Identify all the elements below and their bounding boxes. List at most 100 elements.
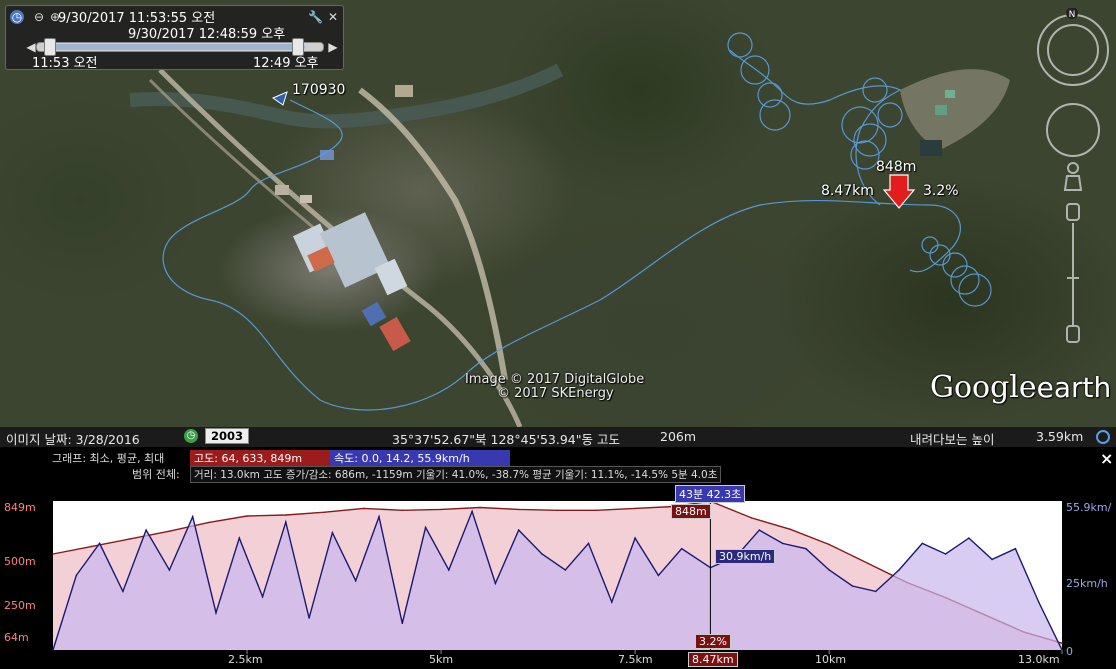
series-1-point-22 xyxy=(564,569,567,571)
cursor-distance-tag: 8.47km xyxy=(688,652,738,667)
series-1-point-10 xyxy=(285,521,287,523)
series-0-point-2 xyxy=(129,538,132,540)
series-0-point-6 xyxy=(285,514,287,516)
series-0-point-14 xyxy=(595,509,598,512)
close-icon[interactable]: ✕ xyxy=(326,10,340,24)
series-0-point-18 xyxy=(750,517,753,519)
time-slider-fill xyxy=(53,44,305,50)
series-0-point-8 xyxy=(362,507,365,510)
series-1-point-12 xyxy=(331,531,334,534)
pegman-icon[interactable] xyxy=(1063,162,1083,191)
range-start-label: 11:53 오전 xyxy=(32,56,98,71)
series-0-point-4 xyxy=(207,521,209,524)
map-cursor-elevation: 848m xyxy=(876,159,917,175)
clock-icon[interactable]: ◷ xyxy=(10,10,24,24)
series-1-point-6 xyxy=(191,515,194,518)
attribution-2: © 2017 SKEnergy xyxy=(497,386,614,401)
navigation-controls[interactable]: N xyxy=(1035,8,1115,358)
series-1-point-31 xyxy=(781,542,784,545)
series-1-point-16 xyxy=(424,526,427,529)
profile-chart[interactable] xyxy=(0,447,1116,669)
series-1-point-19 xyxy=(494,582,497,585)
series-0-point-21 xyxy=(867,562,869,565)
series-0-point-10 xyxy=(440,508,442,511)
series-1-point-23 xyxy=(587,542,590,545)
eye-altitude-label: 내려다보는 높이 xyxy=(910,432,995,447)
cursor-grade-tag: 3.2% xyxy=(695,634,731,649)
series-0-point-19 xyxy=(789,528,792,531)
cursor-time-tag: 43분 42.3초 xyxy=(675,485,746,503)
series-0-point-11 xyxy=(479,506,481,509)
series-1-point-42 xyxy=(1037,601,1040,603)
time-slider-track[interactable] xyxy=(36,42,324,52)
altitude: 206m xyxy=(660,429,697,444)
series-1-point-8 xyxy=(238,537,241,539)
series-1-point-33 xyxy=(828,569,830,571)
time-slider-panel: ◷ ⊖ ⊕ 9/30/2017 11:53:55 오전 9/30/2017 12… xyxy=(5,5,344,71)
x-tick-0: 2.5km xyxy=(228,653,263,666)
series-0-point-7 xyxy=(323,511,326,513)
map-view[interactable]: 170930 848m 8.47km 3.2% Image © 2017 Dig… xyxy=(0,0,1116,427)
series-1-point-27 xyxy=(680,547,683,550)
cursor-elevation-tag: 848m xyxy=(671,504,711,519)
historical-year-button[interactable]: 2003 xyxy=(205,428,250,444)
series-1-point-26 xyxy=(657,574,660,577)
series-1-point-14 xyxy=(378,515,380,518)
cursor-speed-tag: 30.9km/h xyxy=(715,549,776,564)
x-tick-4: 13.0km xyxy=(1018,653,1060,666)
series-0-point-12 xyxy=(517,508,520,511)
compass-ring[interactable] xyxy=(1037,14,1109,86)
series-0-point-9 xyxy=(401,509,404,512)
series-1-point-17 xyxy=(448,569,450,571)
series-1-point-3 xyxy=(122,590,124,593)
image-date: 이미지 날짜: 3/28/2016 xyxy=(6,432,140,447)
series-1-point-41 xyxy=(1014,547,1017,550)
arrow-right-icon[interactable]: ▶ xyxy=(326,40,340,54)
series-1-point-11 xyxy=(308,617,310,619)
series-1-point-15 xyxy=(401,622,404,625)
coordinates: 35°37'52.67"북 128°45'53.94"동 고도 xyxy=(392,432,620,447)
attribution-1: Image © 2017 DigitalGlobe xyxy=(465,372,645,387)
series-1-point-21 xyxy=(541,553,543,555)
x-tick-1: 5km xyxy=(429,653,454,666)
series-1-point-20 xyxy=(517,529,520,531)
series-1-point-32 xyxy=(805,547,807,550)
look-joystick[interactable] xyxy=(1046,103,1100,157)
series-1-point-9 xyxy=(261,595,264,598)
series-1-point-38 xyxy=(944,553,947,555)
series-0-point-26 xyxy=(1061,642,1063,644)
series-0-point-0 xyxy=(52,553,54,555)
series-1-point-18 xyxy=(471,510,473,513)
series-0-point-13 xyxy=(556,509,559,512)
zoom-slider[interactable] xyxy=(1066,203,1080,343)
series-0-point-15 xyxy=(634,507,636,510)
range-end-label: 12:49 오후 xyxy=(253,56,319,71)
series-1-point-1 xyxy=(75,574,78,577)
series-1-point-37 xyxy=(921,542,924,545)
historical-imagery-icon[interactable]: ◷ xyxy=(184,429,198,443)
series-1-point-4 xyxy=(145,529,147,531)
series-1-point-5 xyxy=(168,569,171,571)
x-tick-3: 10km xyxy=(815,653,847,666)
zoom-out-icon[interactable]: ⊖ xyxy=(32,10,46,24)
status-bar: 이미지 날짜: 3/28/2016 ◷ 2003 35°37'52.67"북 1… xyxy=(0,427,1116,447)
google-earth-logo: Googleearth xyxy=(930,370,1112,405)
series-0-point-20 xyxy=(828,543,830,546)
map-cursor-distance: 8.47km xyxy=(821,183,874,199)
series-1-point-24 xyxy=(611,601,613,603)
series-1-point-34 xyxy=(851,585,854,587)
series-1-point-0 xyxy=(52,649,54,651)
series-1-point-25 xyxy=(634,537,636,539)
wrench-icon[interactable]: 🔧 xyxy=(308,10,323,24)
series-1-point-13 xyxy=(354,579,357,582)
series-0-point-5 xyxy=(246,515,248,517)
series-0-point-3 xyxy=(168,530,171,532)
series-1-point-40 xyxy=(991,558,993,561)
eye-altitude-value: 3.59km xyxy=(1036,429,1084,444)
series-1-point-36 xyxy=(898,569,900,571)
end-datetime: 9/30/2017 12:48:59 오후 xyxy=(128,27,286,42)
north-letter: N xyxy=(1069,10,1076,20)
series-1-point-35 xyxy=(874,590,877,593)
series-1-point-30 xyxy=(758,529,761,531)
series-0-point-1 xyxy=(91,545,93,548)
